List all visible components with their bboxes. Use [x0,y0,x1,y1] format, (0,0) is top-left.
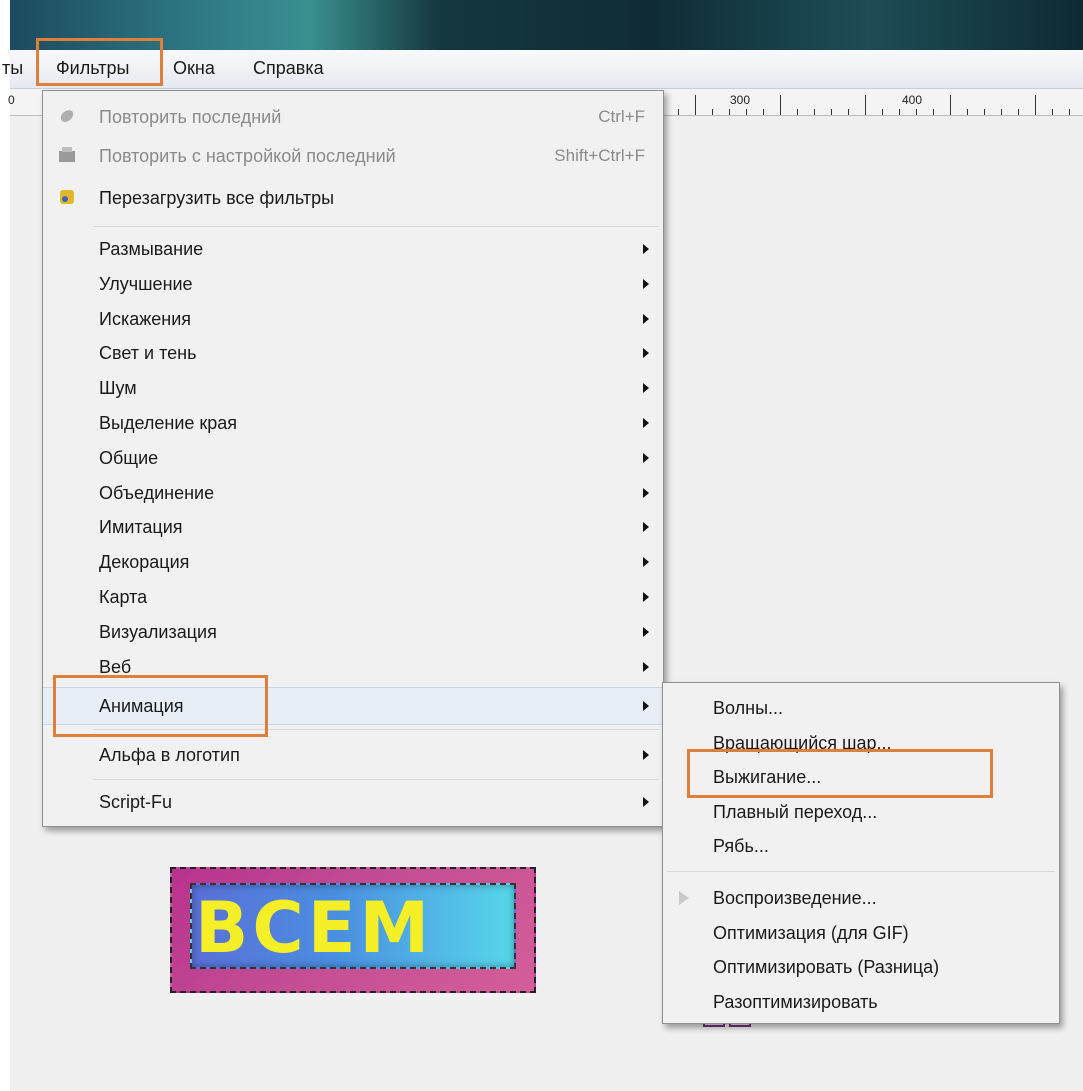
ruler-tick [1069,109,1070,115]
menu-item-alpha-to-logo[interactable]: Альфа в логотип [43,738,663,772]
ruler-tick [831,109,832,115]
submenu-arrow-icon [643,797,649,807]
menu-item-script-fu[interactable]: Script-Fu [43,785,663,819]
ruler-tick [1001,109,1002,115]
ruler-tick [865,95,866,115]
menu-separator [93,226,659,227]
ruler-tick [984,109,985,115]
animation-menu-item[interactable]: Воспроизведение... [663,881,1059,915]
animation-menu-item[interactable]: Вращающийся шар... [663,726,1059,760]
menu-item-submenu[interactable]: Размывание [43,232,663,266]
ruler-tick [797,109,798,115]
menu-item-submenu[interactable]: Декорация [43,545,663,579]
animation-menu-item[interactable]: Разоптимизировать [663,985,1059,1019]
ruler-tick [882,109,883,115]
submenu-arrow-icon [643,418,649,428]
submenu-arrow-icon [643,701,649,711]
ruler-tick [933,109,934,115]
ruler-tick [1035,95,1036,115]
menu-item-submenu[interactable]: Улучшение [43,267,663,301]
animation-menu-item[interactable]: Волны... [663,691,1059,725]
ruler-label: 0 [8,93,15,107]
menu-separator [93,729,659,730]
animation-menu-item[interactable]: Оптимизировать (Разница) [663,950,1059,984]
menu-item-submenu[interactable]: Искажения [43,302,663,336]
ruler-tick [916,109,917,115]
submenu-arrow-icon [643,278,649,289]
ruler-label: 400 [902,93,923,107]
logo-inner-box: BCEM [190,883,516,969]
menu-item-submenu[interactable]: Свет и тень [43,336,663,370]
submenu-arrow-icon [643,487,649,498]
menu-separator [667,871,1055,872]
menu-bar: ты Фильтры Окна Справка [2,50,1083,89]
ruler-tick [1052,109,1053,115]
repeat-icon [60,110,74,122]
menu-item-reshow-last[interactable]: Повторить с настройкой последний Shift+C… [43,139,663,173]
submenu-arrow-icon [643,452,649,463]
submenu-arrow-icon [643,557,649,568]
animation-menu-item[interactable]: Выжигание... [663,760,1059,794]
menu-item-submenu[interactable]: Объединение [43,476,663,510]
menu-item-submenu[interactable]: Визуализация [43,615,663,649]
ruler-tick [695,95,696,115]
ruler-tick [678,109,679,115]
menu-help[interactable]: Справка [253,58,324,79]
ruler-tick [899,109,900,115]
submenu-arrow-icon [643,592,649,602]
window-title-strip [10,0,1083,50]
play-icon [679,891,689,905]
submenu-arrow-icon [643,383,649,394]
ruler-tick [729,109,730,115]
ruler-tick [746,109,747,115]
animation-submenu: Волны... Вращающийся шар... Выжигание... Пл… [662,682,1060,1024]
animation-menu-item[interactable]: Плавный переход... [663,795,1059,829]
submenu-arrow-icon [643,244,649,254]
ruler-tick [780,95,781,115]
submenu-arrow-icon [643,750,649,760]
reshow-icon [59,147,75,162]
submenu-arrow-icon [643,313,649,324]
submenu-arrow-icon [643,661,649,672]
menu-item-submenu[interactable]: Выделение края [43,406,663,440]
menu-item-submenu[interactable]: Общие [43,441,663,475]
animation-menu-item[interactable]: Оптимизация (для GIF) [663,916,1059,950]
logo-text: BCEM [195,887,434,969]
ruler-tick [1018,109,1019,115]
menu-item-submenu[interactable]: Веб [43,650,663,684]
menu-item-repeat-last[interactable]: Повторить последний Ctrl+F [43,100,663,134]
animation-menu-item[interactable]: Рябь... [663,829,1059,863]
refresh-icon [60,190,74,204]
ruler-tick [712,109,713,115]
menu-item-submenu[interactable]: Шум [43,371,663,405]
ruler-tick [814,109,815,115]
submenu-arrow-icon [643,348,649,359]
ruler-tick [967,109,968,115]
ruler-tick [950,95,951,115]
menu-windows[interactable]: Окна [173,58,215,79]
menu-filters[interactable]: Фильтры [56,58,129,79]
submenu-arrow-icon [643,626,649,637]
ruler-label: 300 [730,93,751,107]
menu-item-partial[interactable]: ты [2,58,23,79]
menu-item-reload-filters[interactable]: Перезагрузить все фильтры [43,181,663,215]
ruler-tick [763,109,764,115]
menu-item-animation[interactable]: Анимация [43,687,663,725]
menu-item-submenu[interactable]: Имитация [43,510,663,544]
filters-menu: Повторить последний Ctrl+F Повторить с н… [42,90,664,827]
menu-item-submenu[interactable]: Карта [43,580,663,614]
menu-separator [93,779,659,780]
ruler-tick [848,109,849,115]
logo-image: BCEM [170,867,536,993]
submenu-arrow-icon [643,522,649,533]
